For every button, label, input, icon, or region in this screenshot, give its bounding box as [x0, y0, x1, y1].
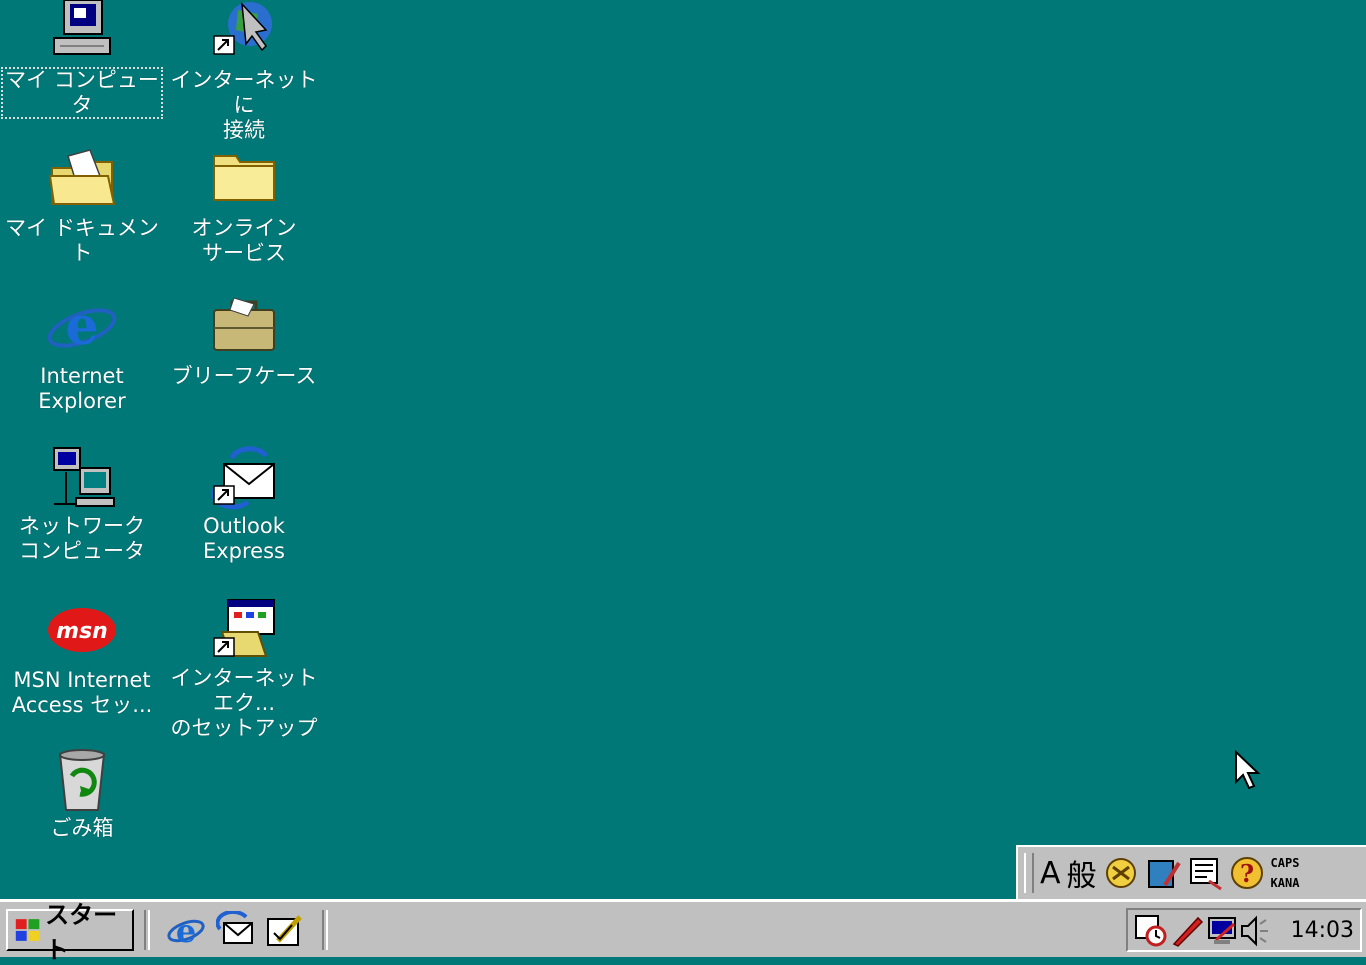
svg-text:?: ? — [1240, 859, 1254, 888]
svg-text:e: e — [176, 912, 196, 950]
desktop-icon-label: MSN Internet Access セッ... — [11, 668, 153, 717]
scheduler-tray-icon[interactable] — [1134, 914, 1168, 948]
desktop-icon-online-services[interactable]: オンライン サービス — [164, 148, 324, 266]
msn-icon: msn — [48, 608, 116, 652]
desktop-icon-connect-internet[interactable]: インターネットに 接続 — [164, 0, 324, 143]
ime-caps-kana-status: CAPS KANA — [1271, 853, 1300, 893]
my-documents-icon — [48, 149, 116, 205]
taskbar[interactable]: スタート e 14:03 — [0, 899, 1366, 964]
system-tray: 14:03 — [1126, 908, 1362, 952]
desktop-icon-outlook-express[interactable]: Outlook Express — [164, 446, 324, 564]
svg-text:msn: msn — [56, 619, 108, 644]
my-computer-icon — [53, 0, 111, 55]
desktop-icon-recycle-bin[interactable]: ごみ箱 — [2, 748, 162, 841]
desktop-icon-label: ブリーフケース — [171, 364, 317, 388]
outlook-express-icon — [211, 446, 275, 510]
start-button[interactable]: スタート — [6, 901, 134, 964]
svg-text:e: e — [65, 296, 98, 357]
desktop[interactable]: マイ コンピュータ マイ ドキュメント e Internet Explorer … — [0, 0, 1366, 899]
desktop-icon-label: Outlook Express — [202, 514, 285, 563]
ime-help-icon[interactable]: ? — [1229, 855, 1265, 891]
network-neighborhood-icon — [53, 447, 115, 507]
desktop-icon-msn[interactable]: msn MSN Internet Access セッ... — [2, 600, 162, 718]
ime-grip-handle[interactable] — [1024, 853, 1034, 893]
briefcase-icon — [213, 297, 275, 351]
pen-tray-icon[interactable] — [1170, 914, 1204, 948]
desktop-icon-label: ごみ箱 — [50, 816, 114, 840]
ime-pad-icon[interactable] — [1145, 855, 1181, 891]
ime-caps-label: CAPS — [1270, 856, 1300, 870]
desktop-icon-label: インターネットエク... のセットアップ — [170, 666, 318, 740]
desktop-icon-label: オンライン サービス — [191, 216, 297, 265]
desktop-icon-label: Internet Explorer — [38, 364, 126, 413]
internet-explorer-icon: e — [47, 296, 117, 357]
ime-toolbar[interactable]: A 般 ? CAPS KANA — [1016, 845, 1366, 899]
windows-logo-icon — [15, 919, 40, 941]
ie-setup-icon — [213, 599, 275, 657]
desktop-icon-label: マイ ドキュメント — [5, 216, 159, 265]
start-label: スタート — [45, 901, 118, 964]
desktop-icon-my-computer[interactable]: マイ コンピュータ — [1, 0, 163, 119]
quick-launch-outlook-icon[interactable] — [216, 911, 256, 951]
quick-launch-ie-icon[interactable]: e — [166, 911, 206, 951]
recycle-bin-icon — [58, 749, 106, 811]
desktop-icon-label: マイ コンピュータ — [1, 67, 163, 119]
ime-tools-icon[interactable] — [1103, 855, 1139, 891]
ime-dictionary-icon[interactable] — [1187, 855, 1223, 891]
ime-input-mode[interactable]: A — [1040, 856, 1061, 891]
online-services-folder-icon — [213, 155, 275, 201]
desktop-icon-ie-setup[interactable]: インターネットエク... のセットアップ — [164, 598, 324, 741]
taskbar-separator — [144, 910, 150, 950]
mouse-cursor-icon — [1235, 750, 1261, 790]
desktop-icon-network[interactable]: ネットワーク コンピュータ — [2, 446, 162, 564]
desktop-icon-briefcase[interactable]: ブリーフケース — [164, 296, 324, 389]
desktop-icon-internet-explorer[interactable]: e Internet Explorer — [2, 296, 162, 414]
volume-speaker-icon[interactable] — [1238, 914, 1272, 948]
display-settings-tray-icon[interactable] — [1206, 914, 1240, 948]
taskbar-separator — [322, 910, 328, 950]
quick-launch-show-desktop-icon[interactable] — [264, 911, 304, 951]
ime-conversion-mode[interactable]: 般 — [1067, 851, 1097, 895]
taskbar-clock[interactable]: 14:03 — [1291, 918, 1354, 943]
ime-kana-label: KANA — [1270, 876, 1300, 890]
connect-internet-icon — [213, 1, 272, 55]
desktop-icon-label: ネットワーク コンピュータ — [19, 514, 145, 563]
desktop-icon-my-documents[interactable]: マイ ドキュメント — [2, 148, 162, 266]
desktop-icon-label: インターネットに 接続 — [170, 68, 318, 142]
